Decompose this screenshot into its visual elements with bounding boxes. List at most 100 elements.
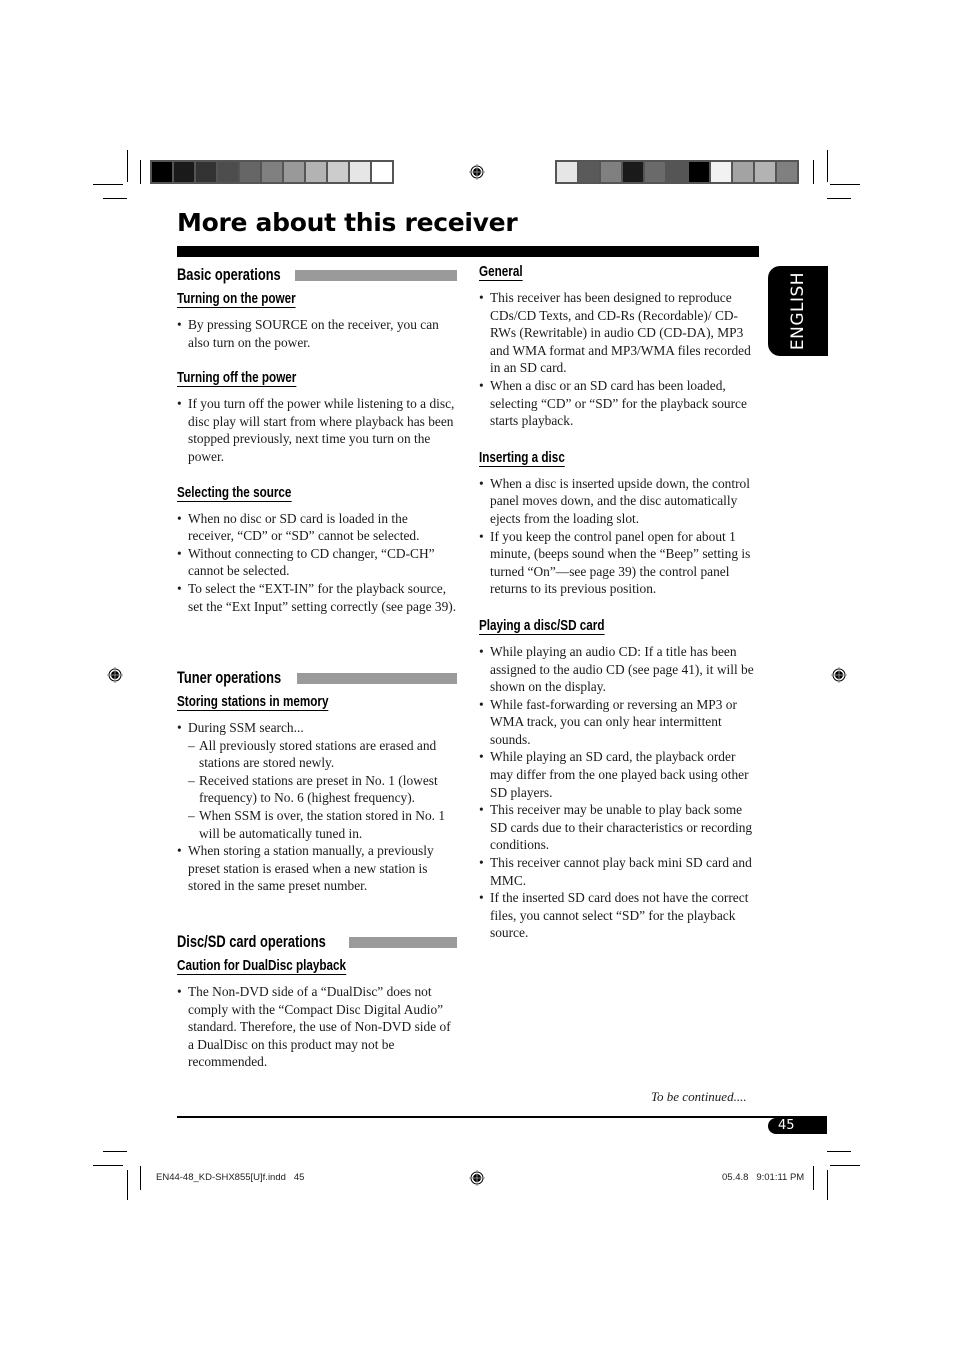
color-swatch <box>152 162 172 182</box>
color-swatch <box>350 162 370 182</box>
registration-mark-icon <box>107 667 123 683</box>
heading-bar <box>349 936 457 948</box>
registration-mark-icon <box>469 1170 485 1186</box>
registration-mark-icon <box>831 667 847 683</box>
color-swatch <box>623 162 643 182</box>
registration-mark-icon <box>469 164 485 180</box>
color-swatch <box>218 162 238 182</box>
color-calibration-bar-left <box>150 160 394 184</box>
list-item: When a disc is inserted upside down, the… <box>479 475 761 528</box>
language-tab-label: ENGLISH <box>788 271 808 351</box>
disc-sd-operations-section: Disc/SD card operations Caution for Dual… <box>177 931 457 1071</box>
list-item: When storing a station manually, a previ… <box>177 842 457 895</box>
bullet-list: While playing an audio CD: If a title ha… <box>479 643 761 942</box>
subheading-general: General <box>479 263 523 281</box>
dash-item: When SSM is over, the station stored in … <box>188 807 457 842</box>
subheading-turning-off: Turning off the power <box>177 369 297 388</box>
crop-mark <box>103 1151 127 1152</box>
section-heading: Disc/SD card operations <box>177 931 457 953</box>
subheading-dualdisc-caution: Caution for DualDisc playback <box>177 957 347 975</box>
color-swatch <box>777 162 797 182</box>
bullet-list: During SSM search... All previously stor… <box>177 719 457 895</box>
subheading-storing-stations: Storing stations in memory <box>177 693 329 711</box>
list-item: While fast-forwarding or reversing an MP… <box>479 696 761 749</box>
color-swatch <box>645 162 665 182</box>
subheading-selecting-source: Selecting the source <box>177 483 292 502</box>
color-swatch <box>196 162 216 182</box>
list-item: This receiver may be unable to play back… <box>479 801 761 854</box>
list-item: If the inserted SD card does not have th… <box>479 889 761 942</box>
list-item: Without connecting to CD changer, “CD-CH… <box>177 545 457 580</box>
bullet-list: By pressing SOURCE on the receiver, you … <box>177 316 457 351</box>
color-swatch <box>601 162 621 182</box>
page-title: More about this receiver <box>177 208 518 237</box>
crop-mark <box>813 160 814 184</box>
title-rule <box>177 246 759 257</box>
crop-mark <box>830 184 860 185</box>
crop-mark <box>93 184 123 185</box>
list-item: The Non-DVD side of a “DualDisc” does no… <box>177 983 457 1071</box>
color-swatch <box>557 162 577 182</box>
heading-bar <box>295 269 457 281</box>
subheading-inserting-disc: Inserting a disc <box>479 448 565 467</box>
crop-mark <box>827 1170 828 1200</box>
list-item: By pressing SOURCE on the receiver, you … <box>177 316 457 351</box>
subheading-playing-disc: Playing a disc/SD card <box>479 616 605 635</box>
section-heading: Tuner operations <box>177 667 457 689</box>
crop-mark <box>93 1165 123 1166</box>
color-swatch <box>689 162 709 182</box>
color-swatch <box>262 162 282 182</box>
color-swatch <box>284 162 304 182</box>
color-swatch <box>328 162 348 182</box>
list-item: To select the “EXT-IN” for the playback … <box>177 580 457 615</box>
subheading-turning-on: Turning on the power <box>177 290 296 308</box>
color-swatch <box>372 162 392 182</box>
list-item: While playing an audio CD: If a title ha… <box>479 643 761 696</box>
bullet-list: The Non-DVD side of a “DualDisc” does no… <box>177 983 457 1071</box>
crop-mark <box>827 1151 851 1152</box>
crop-mark <box>140 160 141 184</box>
crop-mark <box>827 198 851 199</box>
bullet-list: This receiver has been designed to repro… <box>479 289 761 430</box>
crop-mark <box>103 198 127 199</box>
list-item: This receiver cannot play back mini SD c… <box>479 854 761 889</box>
heading-bar <box>297 672 457 684</box>
crop-mark <box>127 1170 128 1200</box>
footer-rule <box>177 1116 827 1118</box>
section-heading: Basic operations <box>177 264 457 286</box>
slug-timestamp: 05.4.8 9:01:11 PM <box>722 1172 805 1183</box>
color-swatch <box>755 162 775 182</box>
color-swatch <box>733 162 753 182</box>
bullet-list: When no disc or SD card is loaded in the… <box>177 510 457 616</box>
color-calibration-bar-right <box>555 160 799 184</box>
crop-mark <box>127 150 128 182</box>
list-item: When no disc or SD card is loaded in the… <box>177 510 457 545</box>
color-swatch <box>711 162 731 182</box>
basic-operations-section: Basic operations Turning on the power By… <box>177 264 457 615</box>
crop-mark <box>140 1166 141 1190</box>
color-swatch <box>174 162 194 182</box>
bullet-list: When a disc is inserted upside down, the… <box>479 475 761 598</box>
slug-filename: EN44-48_KD-SHX855[U]f.indd 45 <box>156 1172 305 1183</box>
page-number: 45 <box>768 1118 827 1134</box>
tuner-operations-section: Tuner operations Storing stations in mem… <box>177 667 457 895</box>
list-item: If you turn off the power while listenin… <box>177 395 457 465</box>
right-column: General This receiver has been designed … <box>479 263 761 942</box>
list-item: While playing an SD card, the playback o… <box>479 748 761 801</box>
crop-mark <box>827 150 828 182</box>
list-item: During SSM search... All previously stor… <box>177 719 457 842</box>
color-swatch <box>306 162 326 182</box>
list-item: This receiver has been designed to repro… <box>479 289 761 377</box>
color-swatch <box>667 162 687 182</box>
language-tab: ENGLISH <box>768 266 828 356</box>
continued-note: To be continued.... <box>651 1089 747 1104</box>
crop-mark <box>813 1166 814 1190</box>
crop-mark <box>830 1165 860 1166</box>
list-item: If you keep the control panel open for a… <box>479 528 761 598</box>
dash-item: Received stations are preset in No. 1 (l… <box>188 772 457 807</box>
color-swatch <box>240 162 260 182</box>
color-swatch <box>579 162 599 182</box>
list-item: When a disc or an SD card has been loade… <box>479 377 761 430</box>
dash-item: All previously stored stations are erase… <box>188 737 457 772</box>
bullet-list: If you turn off the power while listenin… <box>177 395 457 465</box>
